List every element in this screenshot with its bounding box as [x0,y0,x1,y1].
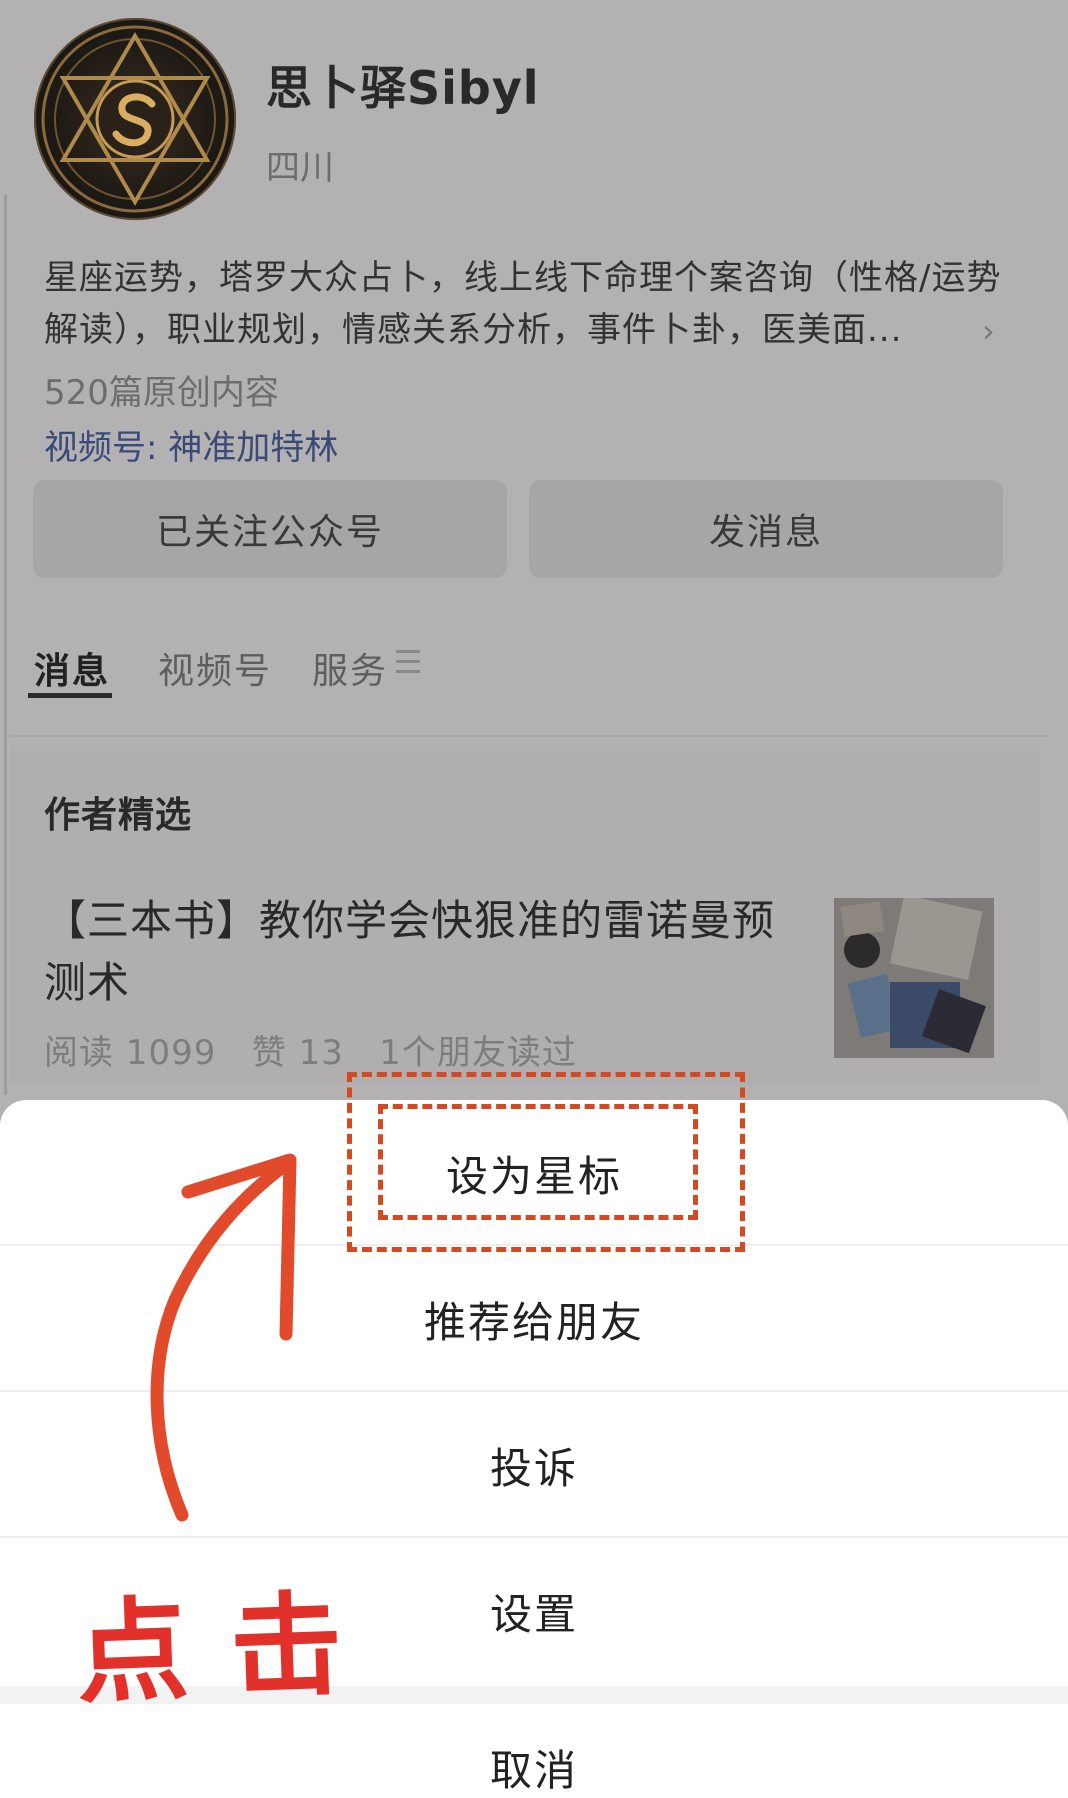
article-reads: 阅读 1099 [44,1033,217,1073]
menu-icon[interactable] [396,650,420,676]
active-tab-indicator [28,693,112,698]
article-title[interactable]: 【三本书】教你学会快狠准的雷诺曼预测术 [44,890,804,1014]
profile-page: 思卜驿Sibyl 四川 星座运势，塔罗大众占卜，线上线下命理个案咨询（性格/运势… [0,0,1068,1110]
account-name: 思卜驿Sibyl [266,61,540,115]
highlight-box-inner [378,1104,698,1220]
article-likes: 赞 13 [251,1033,344,1073]
click-annotation-text: 点击 [74,1577,387,1720]
article-friends-read: 1个朋友读过 [379,1033,577,1073]
account-avatar[interactable] [34,18,236,220]
original-count: 520篇原创内容 [44,373,279,413]
report-button[interactable]: 投诉 [0,1392,1068,1538]
followed-button[interactable]: 已关注公众号 [33,480,507,578]
article-meta: 阅读 1099 赞 13 1个朋友读过 [44,1025,577,1074]
featured-section-title: 作者精选 [44,795,193,836]
video-channel-link[interactable]: 视频号: 神准加特林 [44,420,338,469]
avatar-logo [41,25,229,213]
section-divider [10,735,1050,737]
send-message-button[interactable]: 发消息 [529,480,1003,578]
chevron-right-icon[interactable]: › [982,312,995,350]
tab-messages[interactable]: 消息 [34,642,110,694]
edge-rule [4,195,7,1095]
article-thumbnail[interactable] [834,898,994,1058]
thumbnail-image [834,898,994,1058]
account-description[interactable]: 星座运势，塔罗大众占卜，线上线下命理个案咨询（性格/运势解读），职业规划，情感关… [44,252,1004,356]
tab-video-channel[interactable]: 视频号 [158,642,272,694]
account-region: 四川 [266,148,334,188]
tab-services[interactable]: 服务 [312,642,388,694]
recommend-to-friend-button[interactable]: 推荐给朋友 [0,1246,1068,1392]
